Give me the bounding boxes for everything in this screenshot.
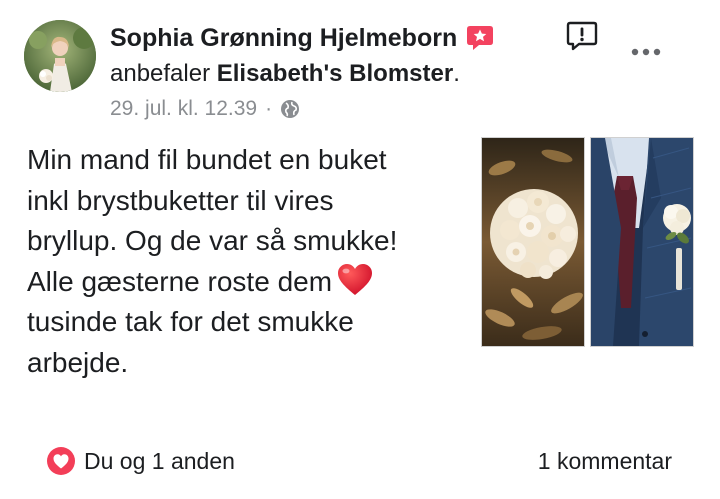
bouquet-photo[interactable]: [481, 137, 585, 347]
heart-emoji-icon: [336, 262, 374, 298]
post-line: bryllup. Og de var så smukke!: [27, 225, 398, 256]
recommends-suffix: .: [453, 60, 460, 87]
timestamp-link[interactable]: 29. jul. kl. 12.39: [110, 97, 257, 121]
author-avatar[interactable]: [24, 20, 96, 92]
globe-icon: [280, 99, 300, 119]
post-card: Sophia Grønning Hjelmeborn anbefaler Eli…: [0, 0, 720, 499]
recommendation-badge-icon: [465, 23, 495, 53]
report-button[interactable]: [562, 18, 602, 58]
recommends-line: anbefaler Elisabeth's Blomster.: [110, 60, 460, 88]
comments-count-link[interactable]: 1 kommentar: [538, 448, 672, 475]
recommends-prefix: anbefaler: [110, 60, 211, 87]
more-options-button[interactable]: [624, 38, 668, 68]
reactions-text: Du og 1 anden: [84, 447, 235, 474]
post-line: inkl brystbuketter til vires: [27, 184, 334, 216]
love-reaction-icon: [46, 446, 76, 476]
author-name[interactable]: Sophia Grønning Hjelmeborn: [110, 24, 457, 53]
post-line: Min mand fil bundet en buket: [27, 144, 387, 175]
post-line-text: Alle gæsterne roste dem: [27, 265, 333, 297]
post-line: Alle gæsterne roste dem: [27, 262, 467, 303]
page-name-link[interactable]: Elisabeth's Blomster: [217, 60, 453, 87]
more-options-icon: [630, 44, 662, 62]
post-message: Min mand fil bundet en buket inkl brystb…: [27, 140, 467, 383]
post-meta: 29. jul. kl. 12.39 ·: [110, 97, 300, 121]
boutonniere-photo[interactable]: [590, 137, 694, 347]
report-icon: [564, 18, 600, 59]
post-line: arbejde.: [27, 346, 129, 378]
post-line: tusinde tak for det smukke: [27, 306, 354, 337]
reactions-summary[interactable]: Du og 1 anden: [46, 446, 235, 476]
meta-separator: ·: [265, 97, 273, 120]
